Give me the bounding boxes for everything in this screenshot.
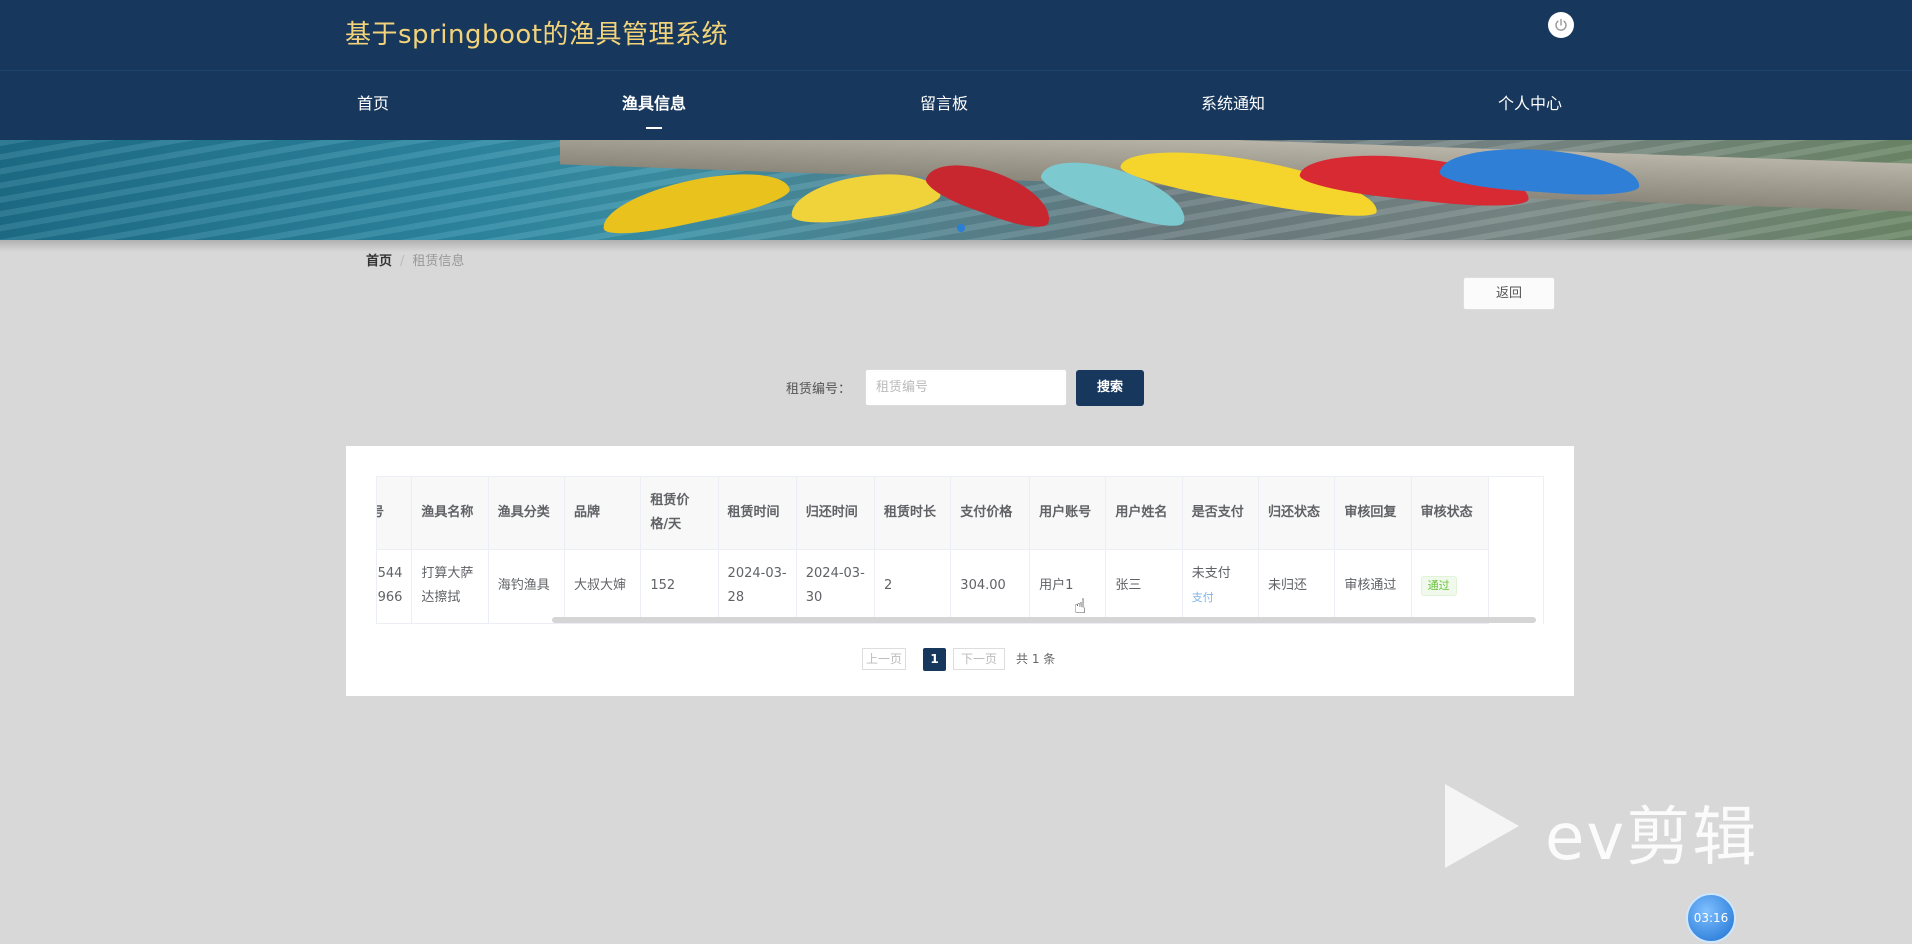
payment-status-text: 未支付	[1191, 566, 1231, 581]
recording-timer: 03:16	[1686, 893, 1736, 943]
cell-brand: 大叔大婶	[564, 549, 642, 624]
rental-number-search-input[interactable]	[865, 369, 1067, 406]
nav-item-label: 个人中心	[1498, 94, 1563, 113]
top-header: 基于springboot的渔具管理系统	[0, 0, 1912, 70]
status-badge: 通过	[1420, 576, 1457, 596]
hand-cursor-icon: ☝	[1074, 594, 1087, 618]
next-page-button[interactable]: 下一页	[953, 648, 1005, 670]
column-header: 用户账号	[1029, 477, 1107, 550]
watermark-text: ev剪辑	[1545, 801, 1759, 875]
nav-item-profile[interactable]: 个人中心	[1498, 71, 1562, 141]
column-header: 是否支付	[1182, 477, 1260, 550]
column-header: 审核状态	[1411, 477, 1490, 550]
pay-link[interactable]: 支付	[1192, 586, 1249, 610]
total-count: 共 1 条	[1016, 652, 1056, 666]
hero-banner	[0, 140, 1912, 240]
breadcrumb-home[interactable]: 首页	[366, 254, 392, 269]
cell-user-name: 张三	[1105, 549, 1183, 624]
video-watermark: ev剪辑	[1445, 780, 1810, 875]
column-header: 租赁时长	[874, 477, 952, 550]
prev-page-button[interactable]: 上一页	[862, 648, 906, 670]
column-header: 租赁编号	[377, 477, 413, 550]
nav-active-indicator	[646, 127, 662, 129]
horizontal-scrollbar[interactable]	[552, 617, 1536, 623]
table-row: 1544966 打算大萨达擦拭 海钓渔具 大叔大婶 152 2024-03-28…	[377, 549, 1490, 624]
column-header: 归还时间	[796, 477, 875, 550]
table-header-row: 租赁编号 渔具名称 渔具分类 品牌 租赁价格/天 租赁时间 归还时间 租赁时长 …	[377, 477, 1490, 550]
column-header: 支付价格	[950, 477, 1031, 550]
column-header-line: 租赁价	[650, 492, 690, 508]
column-header: 渔具名称	[411, 477, 489, 550]
cell-return-status: 未归还	[1258, 549, 1336, 624]
pagination: 上一页 1 下一页 共 1 条	[346, 648, 1574, 672]
cell-rent-date: 2024-03- 28	[718, 549, 797, 624]
search-button[interactable]: 搜索	[1076, 370, 1144, 406]
breadcrumb: 首页 / 租赁信息	[366, 250, 464, 269]
column-header: 审核回复	[1334, 477, 1412, 550]
nav-item-home[interactable]: 首页	[357, 71, 389, 141]
rental-table: 租赁编号 渔具名称 渔具分类 品牌 租赁价格/天 租赁时间 归还时间 租赁时长 …	[377, 477, 1490, 624]
cell-review-status: 通过	[1411, 549, 1490, 624]
search-label: 租赁编号：	[786, 382, 852, 397]
column-header: 租赁时间	[718, 477, 797, 550]
play-icon	[1445, 784, 1519, 868]
breadcrumb-current: 租赁信息	[412, 254, 465, 269]
main-nav: 首页 渔具信息 留言板 系统通知 个人中心	[0, 70, 1912, 140]
cell-rental-number: 1544966	[377, 549, 413, 624]
cell-gear-name: 打算大萨 达擦拭	[411, 549, 489, 624]
cell-price-per-day: 152	[640, 549, 719, 624]
cell-paid-price: 304.00	[950, 549, 1031, 624]
nav-item-label: 系统通知	[1201, 94, 1266, 113]
cell-user-account: 用户1	[1029, 549, 1107, 624]
column-header-line: 格/天	[650, 516, 682, 532]
cell-category: 海钓渔具	[488, 549, 566, 624]
table-scroll-area[interactable]: 租赁编号 渔具名称 渔具分类 品牌 租赁价格/天 租赁时间 归还时间 租赁时长 …	[376, 476, 1544, 624]
nav-item-notices[interactable]: 系统通知	[1201, 71, 1265, 141]
column-header: 渔具分类	[488, 477, 566, 550]
rental-table-panel: 租赁编号 渔具名称 渔具分类 品牌 租赁价格/天 租赁时间 归还时间 租赁时长 …	[346, 446, 1574, 696]
page-number-button[interactable]: 1	[923, 648, 946, 671]
nav-item-label: 首页	[357, 94, 390, 113]
cell-review-reply: 审核通过	[1334, 549, 1412, 624]
cell-is-paid: 未支付 支付	[1182, 549, 1260, 624]
column-header: 品牌	[564, 477, 642, 550]
nav-item-label: 留言板	[920, 94, 969, 113]
column-header: 租赁价格/天	[640, 477, 719, 550]
nav-item-fishing-gear[interactable]: 渔具信息	[622, 71, 686, 141]
nav-item-label: 渔具信息	[622, 94, 687, 113]
column-header: 归还状态	[1258, 477, 1336, 550]
logout-button[interactable]	[1548, 12, 1574, 38]
banner-shadow	[0, 240, 1912, 252]
breadcrumb-separator: /	[400, 254, 405, 269]
column-header: 用户姓名	[1105, 477, 1183, 550]
power-icon	[1555, 18, 1567, 31]
cell-duration: 2	[874, 549, 952, 624]
site-title: 基于springboot的渔具管理系统	[345, 20, 728, 50]
cell-return-date: 2024-03- 30	[796, 549, 875, 624]
back-button[interactable]: 返回	[1463, 277, 1555, 310]
carousel-indicator[interactable]	[957, 224, 965, 232]
nav-item-message-board[interactable]: 留言板	[920, 71, 968, 141]
